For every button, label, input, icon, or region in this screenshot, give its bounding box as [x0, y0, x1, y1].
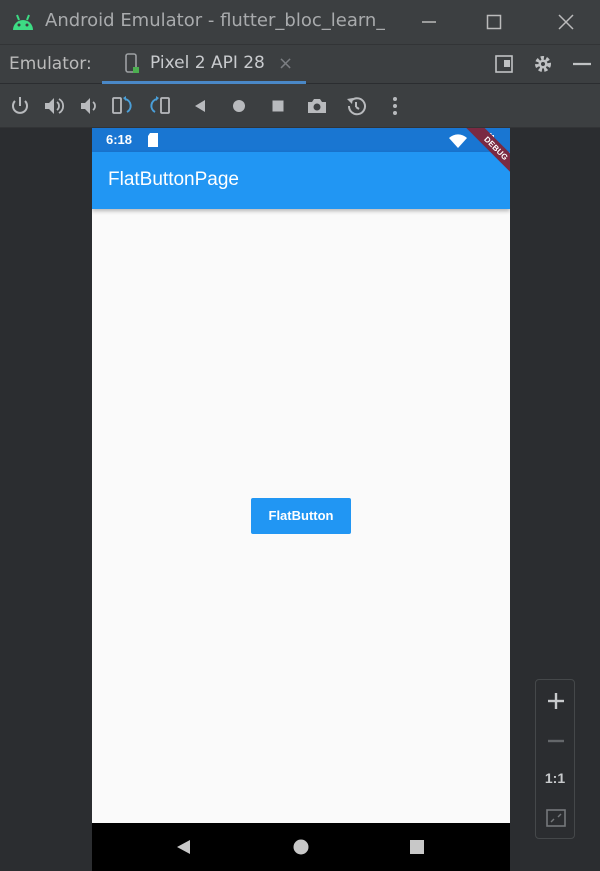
nav-back-icon[interactable]: [174, 837, 194, 857]
nav-home-icon[interactable]: [291, 837, 311, 857]
window-title: Android Emulator - flutter_bloc_learn_m: [45, 10, 385, 31]
status-bar: 6:18: [92, 128, 510, 152]
rotate-left-icon[interactable]: [110, 94, 134, 118]
device-icon: [125, 53, 139, 73]
status-time: 6:18: [106, 132, 133, 147]
emulator-toolbar: [0, 84, 600, 128]
zoom-controls: 1:1: [535, 679, 575, 839]
android-icon: [13, 14, 33, 30]
volume-up-icon[interactable]: [42, 94, 66, 118]
maximize-button[interactable]: [483, 11, 505, 33]
screenshot-icon[interactable]: [305, 94, 329, 118]
zoom-out-icon[interactable]: [545, 730, 567, 752]
home-icon[interactable]: [227, 94, 251, 118]
page-title: FlatButtonPage: [108, 169, 239, 190]
sd-card-icon: [148, 133, 158, 147]
power-icon[interactable]: [8, 94, 32, 118]
gear-icon[interactable]: [533, 54, 553, 74]
flat-button[interactable]: FlatButton: [251, 498, 351, 534]
hide-panel-icon[interactable]: [572, 54, 592, 74]
title-bar: Android Emulator - flutter_bloc_learn_m: [0, 0, 600, 44]
minimize-button[interactable]: [418, 11, 440, 33]
more-icon[interactable]: [383, 94, 407, 118]
close-window-button[interactable]: [555, 11, 577, 33]
nav-recents-icon[interactable]: [407, 837, 427, 857]
rotate-right-icon[interactable]: [148, 94, 172, 118]
overview-icon[interactable]: [266, 94, 290, 118]
float-window-icon[interactable]: [494, 54, 514, 74]
emulator-label: Emulator:: [9, 54, 92, 74]
zoom-fit-icon[interactable]: [545, 807, 567, 829]
battery-icon: [486, 133, 494, 147]
actual-size-button[interactable]: 1:1: [536, 770, 574, 786]
navigation-bar: [92, 823, 510, 871]
tab-pixel-2-api-28[interactable]: Pixel 2 API 28 ×: [102, 45, 306, 84]
volume-down-icon[interactable]: [76, 94, 100, 118]
wifi-icon: [449, 134, 467, 148]
tab-close-icon[interactable]: ×: [278, 53, 293, 74]
snapshot-icon[interactable]: [344, 94, 368, 118]
tool-window-header: Emulator: Pixel 2 API 28 ×: [0, 44, 600, 84]
device-screen[interactable]: 6:18 FlatButtonPage DEBUG FlatButton: [92, 128, 510, 871]
back-icon[interactable]: [188, 94, 212, 118]
zoom-in-icon[interactable]: [545, 690, 567, 712]
tab-label: Pixel 2 API 28: [150, 53, 265, 73]
app-bar: FlatButtonPage: [92, 152, 510, 209]
